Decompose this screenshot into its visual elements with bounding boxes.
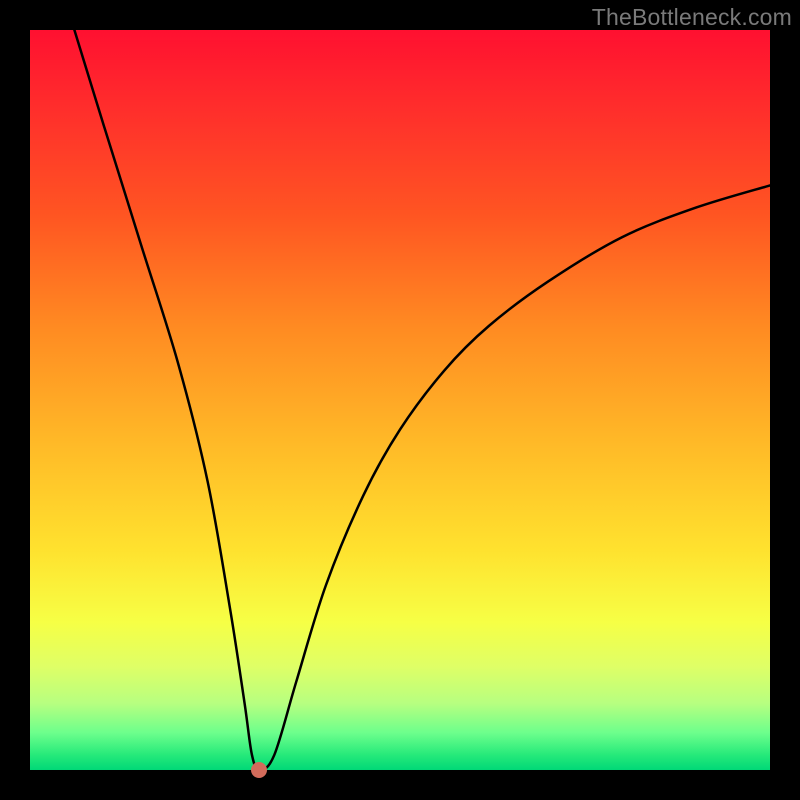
bottleneck-curve-path [74,30,770,770]
plot-area [30,30,770,770]
curve-svg [30,30,770,770]
watermark-text: TheBottleneck.com [592,4,792,31]
chart-frame: TheBottleneck.com [0,0,800,800]
optimal-point-dot [251,762,267,778]
